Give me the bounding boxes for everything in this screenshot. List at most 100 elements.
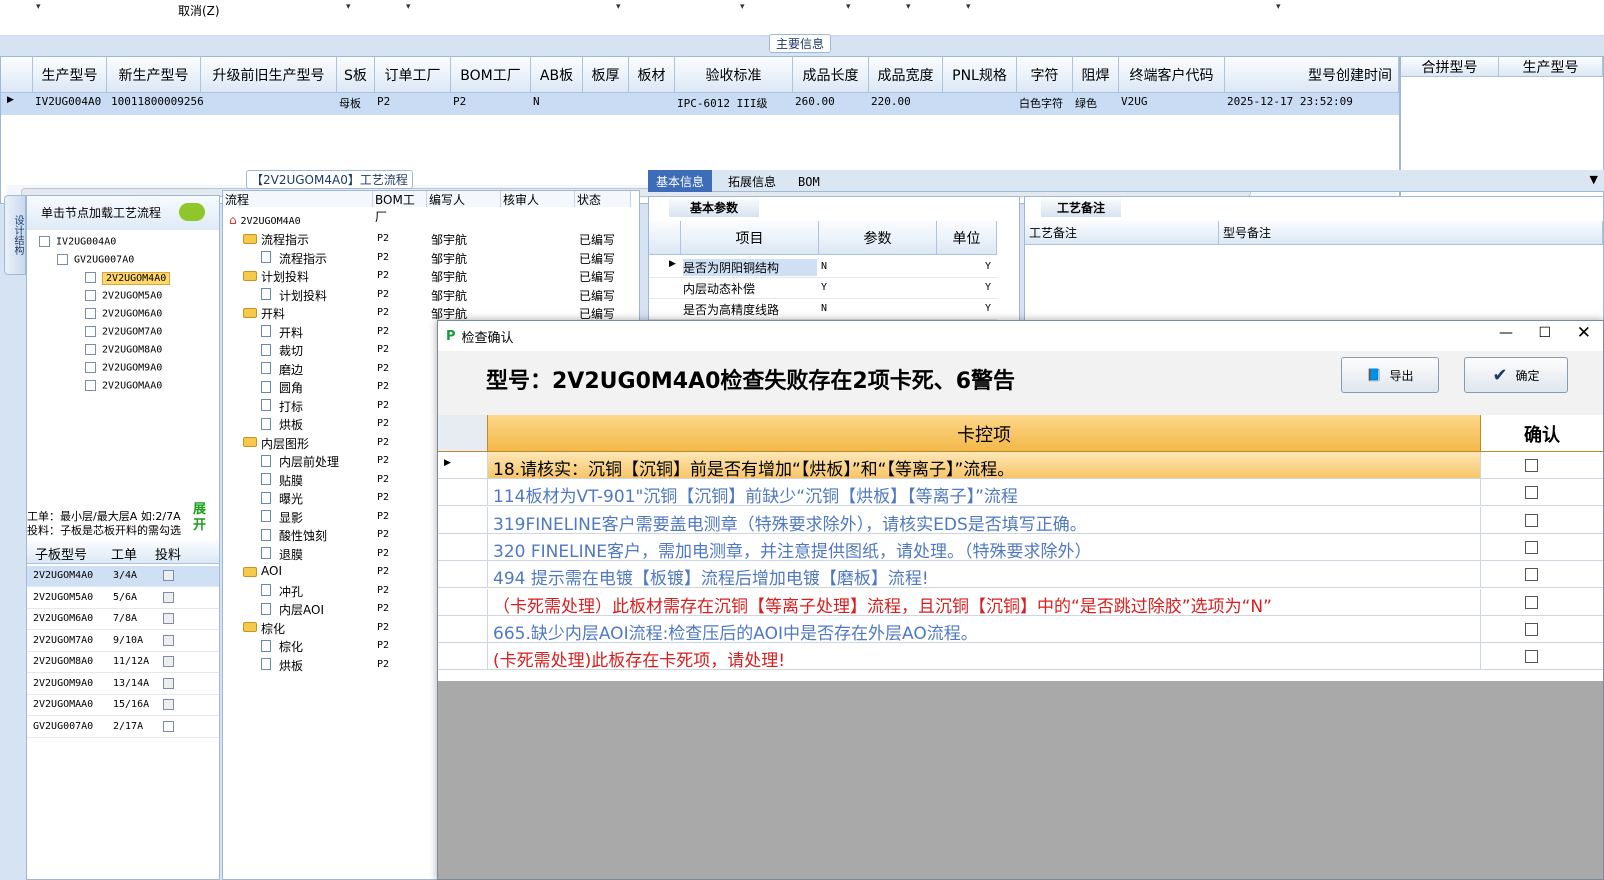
dropdown-arrow-icon[interactable]: ▾ [346, 2, 351, 12]
feed-checkbox[interactable] [163, 591, 174, 603]
table-row[interactable]: 2V2UGOM7A0 9/10A [27, 631, 219, 652]
tree-node[interactable]: 2V2UGOM5A0 [85, 290, 162, 302]
confirm-checkbox[interactable] [1525, 513, 1538, 527]
col-header[interactable]: 型号备注 [1219, 221, 1603, 245]
side-tab-design-structure[interactable]: 设计结构 [4, 195, 26, 275]
tree-node[interactable]: IV2UG004A0 [39, 236, 116, 248]
tab-basic-params[interactable]: 基本参数 [669, 197, 759, 217]
feed-checkbox[interactable] [163, 570, 174, 581]
tab-extended-info[interactable]: 拓展信息 [720, 170, 784, 192]
dropdown-arrow-icon[interactable]: ▾ [966, 2, 971, 12]
col-header[interactable]: 新生产型号 [107, 57, 201, 93]
col-header[interactable]: 流程 [223, 191, 373, 207]
check-item-row[interactable]: ▶ 18.请核实：沉铜【沉铜】前是否有增加“【烘板】”和“【等离子】”流程。 [438, 452, 1603, 480]
col-header[interactable]: 终端客户代码 [1119, 57, 1225, 93]
minimize-icon[interactable]: — [1499, 325, 1513, 341]
confirm-checkbox[interactable] [1525, 595, 1538, 609]
col-header[interactable]: 工艺备注 [1025, 221, 1219, 245]
col-header[interactable]: 状态 [575, 191, 631, 207]
dropdown-arrow-icon[interactable]: ▼ [1590, 173, 1598, 186]
col-header[interactable]: 板厚 [583, 57, 629, 93]
dropdown-arrow-icon[interactable]: ▾ [906, 2, 911, 12]
col-header[interactable]: 核审人 [501, 191, 575, 207]
dropdown-arrow-icon[interactable]: ▾ [1276, 2, 1281, 12]
feed-checkbox[interactable] [163, 677, 174, 689]
table-row[interactable]: 2V2UGOM8A0 11/12A [27, 652, 219, 673]
close-icon[interactable]: ✕ [1577, 323, 1591, 343]
table-row[interactable]: 2V2UGOM6A0 7/8A [27, 609, 219, 630]
feed-checkbox[interactable] [163, 656, 174, 667]
table-row[interactable]: 2V2UGOM9A0 13/14A [27, 674, 219, 695]
table-row[interactable]: 2V2UGOM5A0 5/6A [27, 588, 219, 609]
col-header[interactable]: 项目 [681, 221, 819, 255]
maximize-icon[interactable]: ☐ [1538, 325, 1551, 341]
table-row[interactable]: 2V2UGOMAA0 15/16A [27, 695, 219, 716]
col-header[interactable]: 生产型号 [1499, 57, 1603, 77]
param-row[interactable]: ▶ 是否为阴阳铜结构 N Y [649, 257, 997, 278]
col-header[interactable]: 成品长度 [793, 57, 869, 93]
col-header[interactable]: BOM工厂 [373, 191, 427, 224]
col-header[interactable]: S板 [337, 57, 375, 93]
col-header[interactable]: 订单工厂 [375, 57, 451, 93]
confirm-checkbox[interactable] [1525, 568, 1538, 582]
col-header[interactable]: 参数 [819, 221, 937, 255]
col-header[interactable]: 合拼型号 [1401, 57, 1499, 77]
tab-process-notes[interactable]: 工艺备注 [1041, 197, 1121, 217]
dropdown-arrow-icon[interactable]: ▾ [406, 2, 411, 12]
table-row[interactable]: 2V2UGOM4A0 3/4A [27, 566, 219, 587]
tree-node[interactable]: 2V2UGOM9A0 [85, 362, 162, 374]
param-row[interactable]: 内层动态补偿 Y Y [649, 278, 997, 299]
flow-row[interactable]: 计划投料 P2 邹宇航 已编写 [223, 268, 631, 286]
col-header[interactable]: 子板型号 [35, 544, 87, 563]
export-button[interactable]: 📘 导出 [1341, 357, 1439, 393]
table-row[interactable]: GV2UG007A0 2/17A [27, 717, 219, 738]
expand-button[interactable]: 展开 [193, 502, 211, 538]
check-item-row[interactable]: (卡死需处理)此板存在卡死项，请处理! [438, 643, 1603, 671]
col-header[interactable]: 投料 [155, 544, 181, 563]
feed-checkbox[interactable] [163, 699, 174, 710]
col-header[interactable]: 成品宽度 [869, 57, 943, 93]
confirm-checkbox[interactable] [1525, 486, 1538, 500]
confirm-checkbox[interactable] [1525, 650, 1538, 664]
tree-node[interactable]: 2V2UGOM6A0 [85, 308, 162, 320]
feed-checkbox[interactable] [163, 720, 174, 732]
dropdown-arrow-icon[interactable]: ▾ [36, 2, 41, 12]
col-header-confirm[interactable]: 确认 [1480, 415, 1603, 451]
col-header[interactable]: 板材 [629, 57, 675, 93]
dropdown-arrow-icon[interactable]: ▾ [740, 2, 745, 12]
tab-bom[interactable]: BOM [790, 172, 828, 194]
tree-node[interactable]: GV2UG007A0 [57, 254, 134, 266]
col-header[interactable]: 验收标准 [675, 57, 793, 93]
check-item-row[interactable]: 665.缺少内层AOI流程:检查压后的AOI中是否存在外层AO流程。 [438, 615, 1603, 644]
check-item-row[interactable]: （卡死需处理）此板材需存在沉铜【等离子处理】流程，且沉铜【沉铜】中的“是否跳过除… [438, 588, 1603, 617]
check-item-row[interactable]: 114板材为VT-901"沉铜【沉铜】前缺少“沉铜【烘板】【等离子】”流程 [438, 479, 1603, 507]
flow-row[interactable]: 流程指示 P2 邹宇航 已编写 [223, 231, 631, 249]
col-header[interactable]: 编写人 [427, 191, 501, 207]
feed-checkbox[interactable] [163, 634, 174, 646]
col-header[interactable]: 工单 [111, 544, 137, 563]
cancel-button[interactable]: 取消(Z) [178, 2, 220, 19]
col-header[interactable]: 字符 [1017, 57, 1073, 93]
dropdown-arrow-icon[interactable]: ▾ [616, 2, 621, 12]
flow-row[interactable]: 流程指示 P2 邹宇航 已编写 [223, 250, 631, 268]
col-header[interactable]: 型号创建时间 [1225, 57, 1399, 93]
tree-node[interactable]: 2V2UGOM7A0 [85, 326, 162, 338]
confirm-checkbox[interactable] [1525, 540, 1538, 554]
col-header[interactable]: 升级前旧生产型号 [201, 57, 337, 93]
col-header[interactable]: BOM工厂 [451, 57, 531, 93]
col-header[interactable]: 阻焊 [1073, 57, 1119, 93]
tree-node[interactable]: 2V2UGOM8A0 [85, 344, 162, 356]
col-header[interactable]: AB板 [531, 57, 583, 93]
tree-node-selected[interactable]: 2V2UGOM4A0 [85, 271, 171, 285]
tab-basic-info[interactable]: 基本信息 [648, 170, 713, 192]
col-header-item[interactable]: 卡控项 [488, 421, 1480, 447]
confirm-checkbox[interactable] [1525, 459, 1538, 472]
check-item-row[interactable]: 320 FINELINE客户，需加电测章，并注意提供图纸，请处理。（特殊要求除外… [438, 533, 1603, 562]
check-item-row[interactable]: 494 提示需在电镀【板镀】流程后增加电镀【磨板】流程! [438, 561, 1603, 589]
confirm-button[interactable]: ✔ 确定 [1464, 357, 1568, 393]
tree-node[interactable]: 2V2UGOMAA0 [85, 380, 162, 392]
param-row[interactable]: 是否为高精度线路 N Y [649, 299, 997, 320]
col-header[interactable]: PNL规格 [943, 57, 1017, 93]
feed-checkbox[interactable] [163, 613, 174, 624]
col-header[interactable]: 单位 [937, 221, 997, 255]
